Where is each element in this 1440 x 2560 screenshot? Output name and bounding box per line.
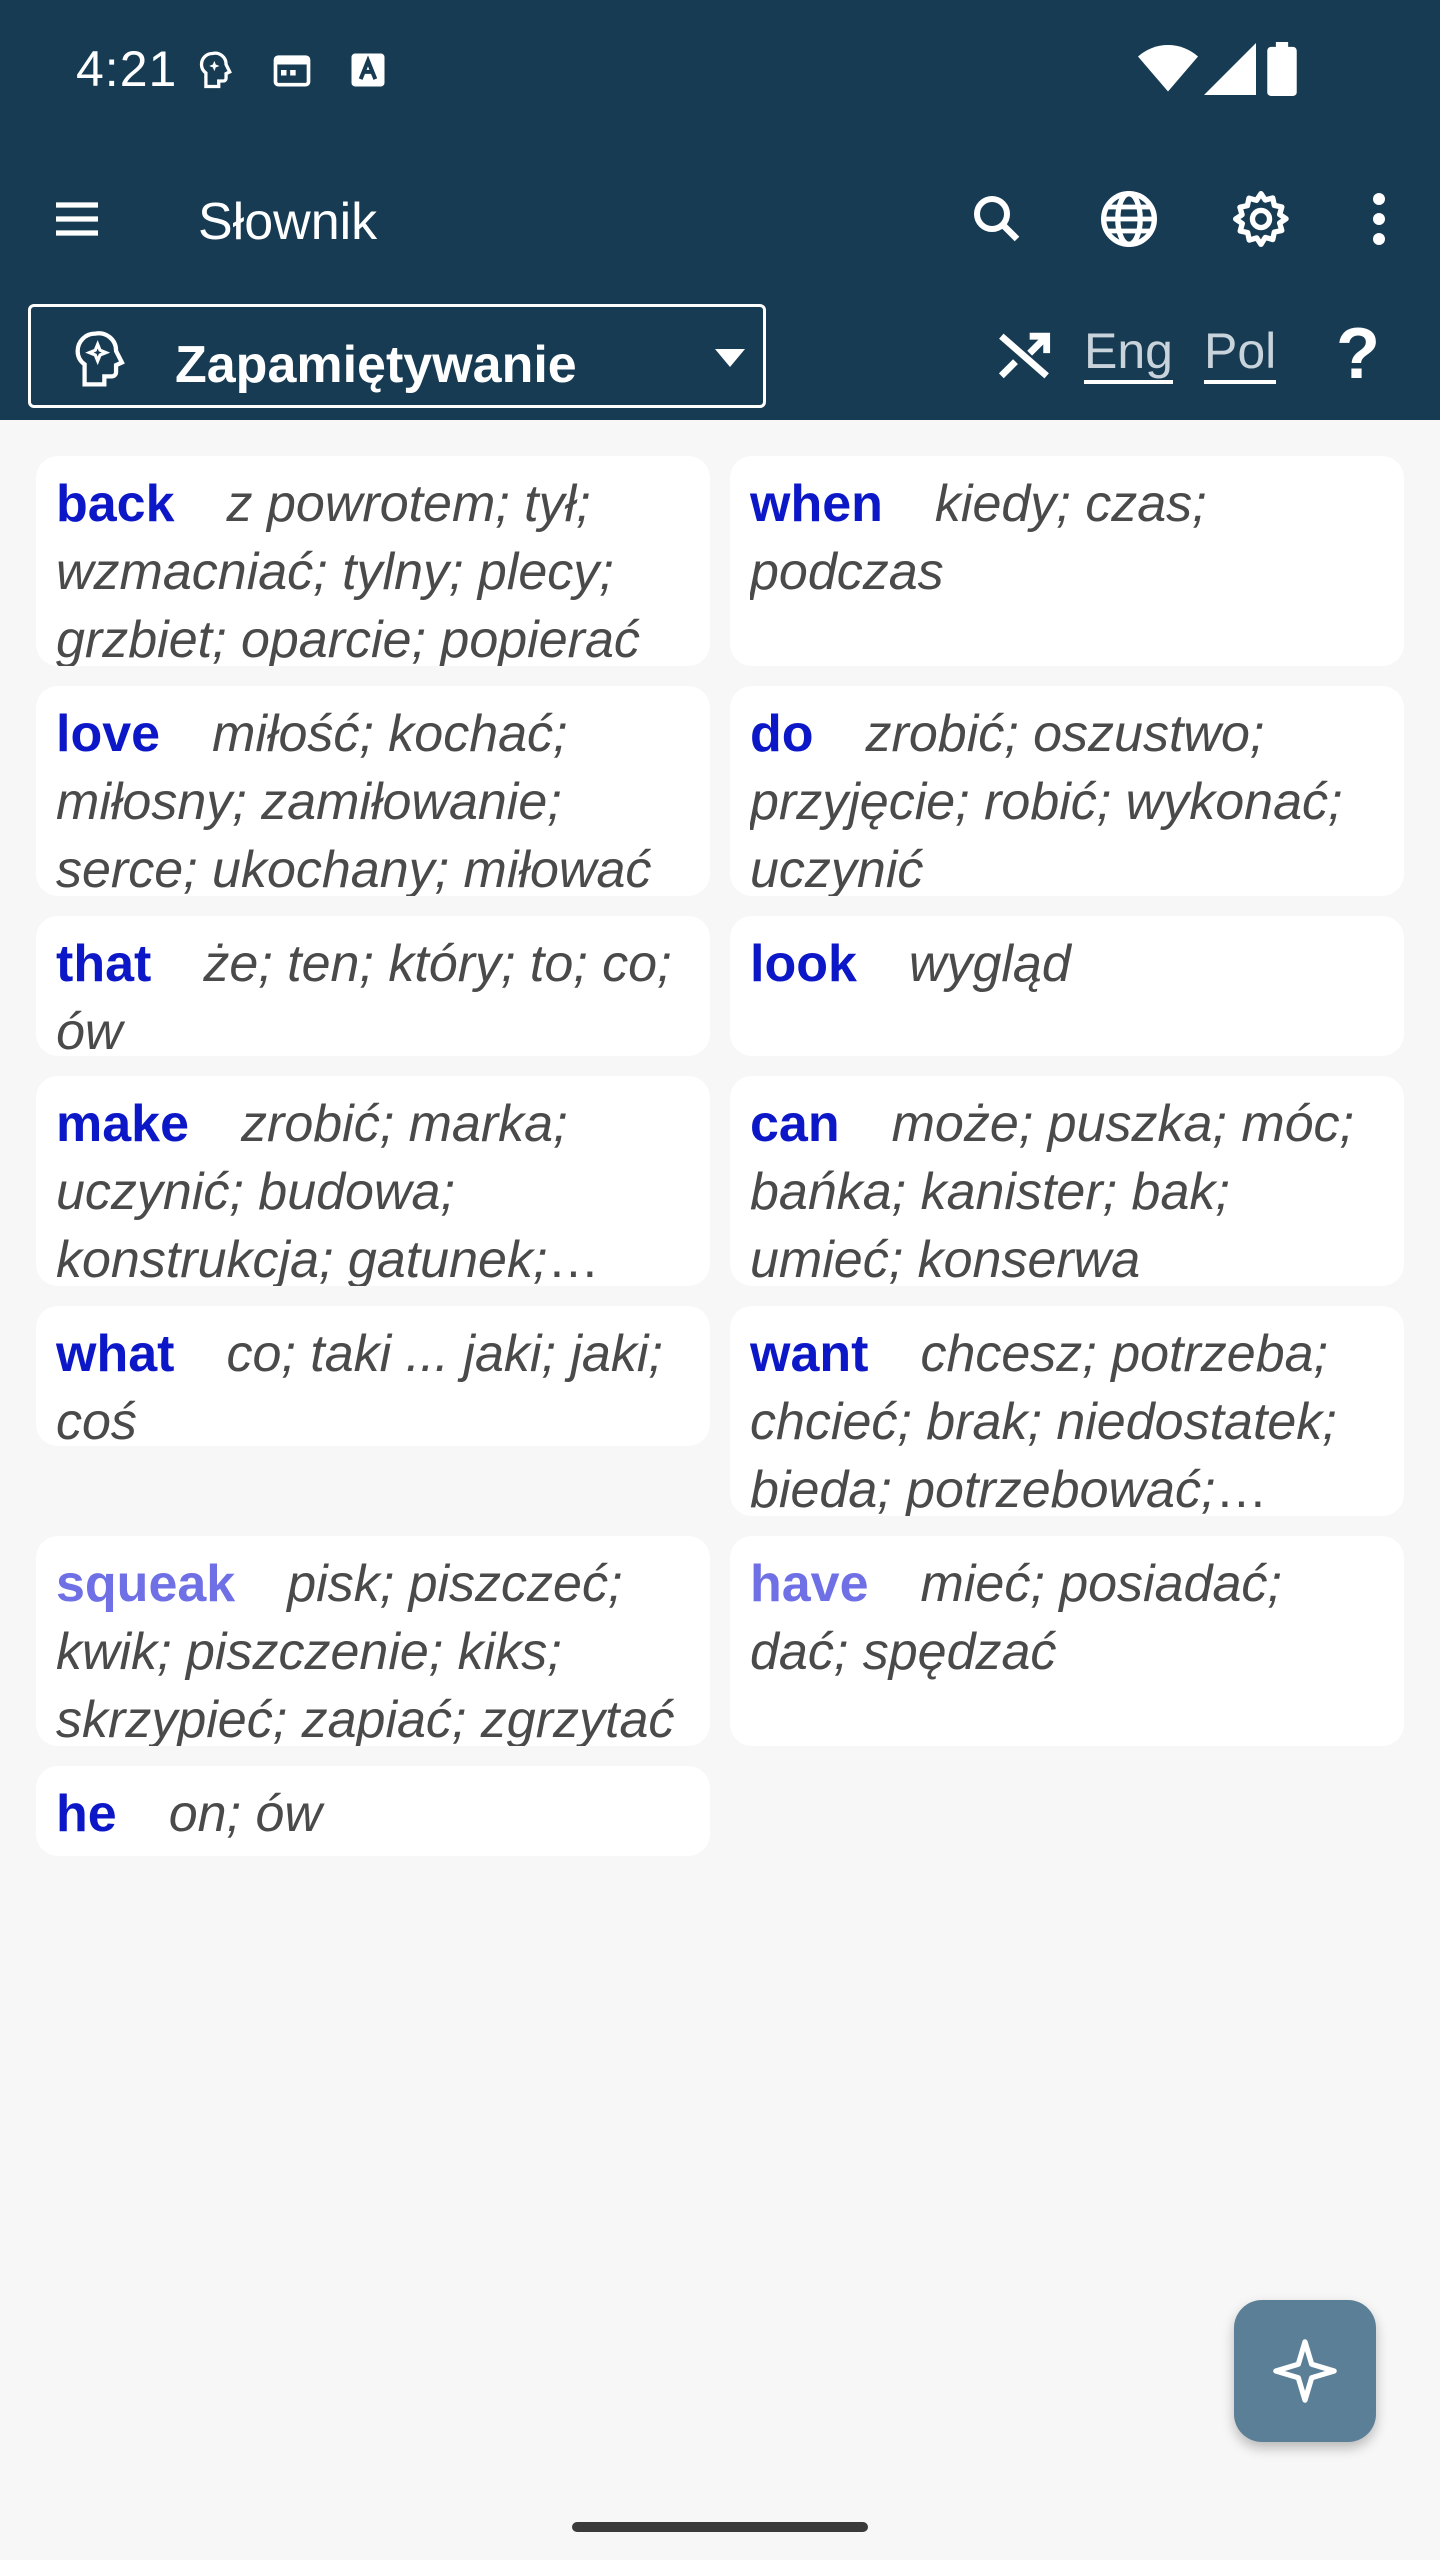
language-button[interactable] [1084,174,1174,264]
sparkle-icon [1273,2339,1337,2403]
gesture-nav-bar[interactable] [572,2522,868,2532]
word-card[interactable]: can może; puszka; móc; bańka; kanister; b… [730,1076,1404,1286]
word-card[interactable]: look wygląd [730,916,1404,1056]
card-word: what [56,1325,175,1383]
word-card[interactable]: have mieć; posiadać; dać; spędzać [730,1536,1404,1746]
card-word: that [56,935,152,993]
mode-selected-label: Zapamiętywanie [175,336,577,394]
card-translation: on; ów [168,1785,322,1843]
word-card[interactable]: do zrobić; oszustwo; przyjęcie; robić; wy… [730,686,1404,896]
shuffle-icon[interactable] [990,322,1058,390]
card-translation: wygląd [908,935,1071,993]
lang-eng-toggle[interactable]: Eng [1084,326,1173,384]
search-button[interactable] [952,174,1042,264]
word-card[interactable]: love miłość; kochać; miłosny; zamiłowanie… [36,686,710,896]
card-word: when [750,475,883,533]
word-card[interactable]: what co; taki ... jaki; jaki; coś [36,1306,710,1446]
globe-icon [1101,191,1157,247]
help-button[interactable]: ? [1336,314,1380,394]
brain-notification-icon [199,51,232,89]
card-word: squeak [56,1555,236,1613]
word-card[interactable]: want chcesz; potrzeba; chcieć; brak; nied… [730,1306,1404,1516]
mode-row: Zapamiętywanie Eng Pol ? [0,292,1440,420]
card-word: back [56,475,175,533]
word-card[interactable]: back z powrotem; tył; wzmacniać; tylny; p… [36,456,710,666]
word-card[interactable]: squeak pisk; piszczeć; kwik; piszczenie; … [36,1536,710,1746]
dropdown-arrow-icon [715,349,745,367]
word-card[interactable]: he on; ów [36,1766,710,1856]
card-translation: zrobić; oszustwo; przyjęcie; robić; wyko… [750,705,1343,896]
hamburger-menu-icon [56,202,98,236]
app-toolbar: Słownik [0,144,1440,292]
card-word: love [56,705,161,763]
card-word: make [56,1095,189,1153]
magic-fab-button[interactable] [1234,2300,1376,2442]
wifi-icon [1138,45,1198,92]
menu-button[interactable] [32,174,122,264]
status-time: 4:21 [76,41,178,97]
battery-icon [1267,42,1297,96]
font-notification-icon [351,53,385,87]
card-translation: może; puszka; móc; bańka; kanister; bak;… [750,1095,1354,1286]
settings-button[interactable] [1216,174,1306,264]
card-word: do [750,705,814,763]
brain-icon [75,331,125,387]
calendar-notification-icon [273,55,311,87]
more-vertical-icon [1373,193,1385,245]
card-word: have [750,1555,869,1613]
search-icon [974,196,1020,242]
gear-icon [1233,191,1289,247]
card-word: look [750,935,857,993]
word-card[interactable]: that że; ten; który; to; co; ów [36,916,710,1056]
card-word: can [750,1095,840,1153]
app-title: Słownik [198,193,378,251]
word-card[interactable]: when kiedy; czas; podczas [730,456,1404,666]
mode-dropdown[interactable]: Zapamiętywanie [28,304,766,408]
signal-icon [1204,43,1256,95]
card-word: he [56,1785,117,1843]
status-bar: 4:21 [0,0,1440,144]
lang-pol-toggle[interactable]: Pol [1204,326,1277,384]
word-card[interactable]: make zrobić; marka; uczynić; budowa; kons… [36,1076,710,1286]
overflow-menu-button[interactable] [1334,174,1424,264]
card-word: want [750,1325,869,1383]
